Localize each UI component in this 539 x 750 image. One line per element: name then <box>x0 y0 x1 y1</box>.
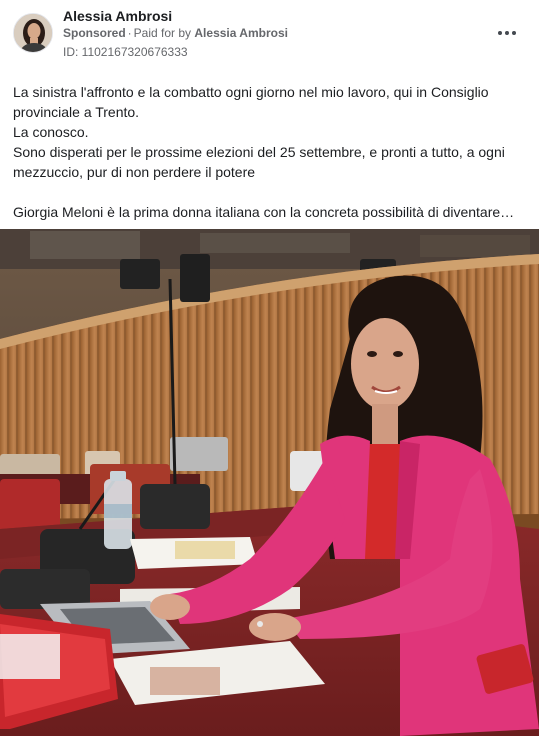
dot <box>498 31 502 35</box>
post-text-line: La conosco. <box>13 124 89 140</box>
post-text-line: La sinistra l'affronto e la combatto ogn… <box>13 84 489 100</box>
post-text: La sinistra l'affronto e la combatto ogn… <box>13 82 528 222</box>
avatar[interactable] <box>13 13 53 53</box>
separator-dot: · <box>127 26 132 40</box>
ad-id: ID: 1102167320676333 <box>63 45 188 59</box>
author-name[interactable]: Alessia Ambrosi <box>63 8 172 24</box>
paid-for-name[interactable]: Alessia Ambrosi <box>194 26 288 40</box>
post-photo[interactable] <box>0 229 539 736</box>
sponsored-post-card: Alessia Ambrosi Sponsored · Paid for by Al… <box>0 0 539 750</box>
more-horizontal-icon[interactable] <box>494 20 520 46</box>
dot <box>512 31 516 35</box>
sponsored-meta: Sponsored · Paid for by Alessia Ambrosi <box>63 26 288 40</box>
paid-for-prefix: Paid for by <box>133 26 192 40</box>
post-text-line: Giorgia Meloni è la prima donna italiana… <box>13 204 515 220</box>
post-header: Alessia Ambrosi Sponsored · Paid for by Al… <box>0 0 539 70</box>
post-text-line: provinciale a Trento. <box>13 104 140 120</box>
post-text-line: Sono disperati per le prossime elezioni … <box>13 144 505 160</box>
dot <box>505 31 509 35</box>
sponsored-label: Sponsored <box>63 26 126 40</box>
post-text-line: mezzuccio, pur di non perdere il potere <box>13 164 256 180</box>
